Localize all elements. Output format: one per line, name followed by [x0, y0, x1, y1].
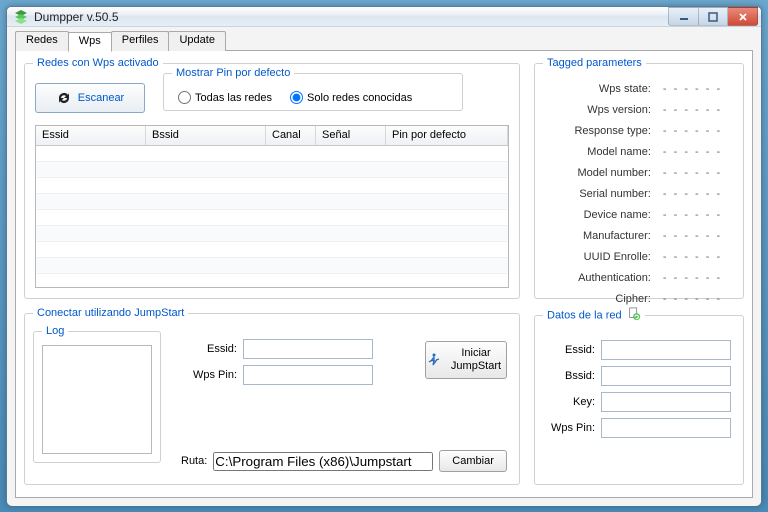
ruta-label: Ruta: [181, 455, 207, 467]
minimize-button[interactable] [668, 7, 698, 26]
ruta-input[interactable] [213, 452, 433, 471]
wpspin-label: Wps Pin: [181, 369, 237, 381]
wpspin-input[interactable] [243, 365, 373, 385]
table-row[interactable] [36, 226, 508, 242]
col-senal[interactable]: Señal [316, 126, 386, 145]
col-pin[interactable]: Pin por defecto [386, 126, 508, 145]
client-area: Redes Wps Perfiles Update Redes con Wps … [7, 27, 761, 506]
app-icon [13, 9, 29, 25]
table-row[interactable] [36, 194, 508, 210]
tagged-table: Wps state:- - - - - - Wps version:- - - … [543, 77, 735, 310]
scan-button[interactable]: Escanear [35, 83, 145, 113]
run-icon [426, 352, 442, 368]
tab-perfiles[interactable]: Perfiles [111, 31, 170, 51]
log-textarea[interactable] [42, 345, 152, 454]
col-canal[interactable]: Canal [266, 126, 316, 145]
datos-key-label: Key: [543, 396, 595, 408]
table-row[interactable] [36, 178, 508, 194]
tab-redes[interactable]: Redes [15, 31, 69, 51]
cambiar-button[interactable]: Cambiar [439, 450, 507, 472]
document-refresh-icon [627, 307, 641, 324]
start-jumpstart-button[interactable]: Iniciar JumpStart [425, 341, 507, 379]
table-row[interactable] [36, 258, 508, 274]
group-log-title: Log [42, 325, 68, 337]
table-body [36, 146, 508, 287]
datos-bssid-input[interactable] [601, 366, 731, 386]
datos-wpspin-label: Wps Pin: [543, 422, 595, 434]
group-log: Log [33, 325, 161, 463]
tab-body: Redes con Wps activado Escanear Mostrar … [15, 50, 753, 498]
group-mostrar-pin: Mostrar Pin por defecto Todas las redes … [163, 67, 463, 111]
table-row[interactable] [36, 274, 508, 287]
titlebar: Dumpper v.50.5 [7, 7, 761, 27]
app-window: Dumpper v.50.5 Redes Wps Perfiles Update… [6, 6, 762, 506]
scan-label: Escanear [78, 92, 124, 104]
radio-all[interactable] [178, 91, 191, 104]
radio-known[interactable] [290, 91, 303, 104]
table-row[interactable] [36, 146, 508, 162]
group-redes-wps: Redes con Wps activado Escanear Mostrar … [24, 57, 520, 299]
group-datos-title: Datos de la red [543, 307, 645, 324]
group-jumpstart-title: Conectar utilizando JumpStart [33, 307, 188, 319]
group-tagged-title: Tagged parameters [543, 57, 646, 69]
group-jumpstart: Conectar utilizando JumpStart Log Essid:… [24, 307, 520, 485]
close-button[interactable] [728, 7, 758, 26]
radio-known-label[interactable]: Solo redes conocidas [290, 91, 412, 104]
tab-strip: Redes Wps Perfiles Update [15, 31, 753, 51]
col-bssid[interactable]: Bssid [146, 126, 266, 145]
table-row[interactable] [36, 210, 508, 226]
datos-essid-input[interactable] [601, 340, 731, 360]
datos-wpspin-input[interactable] [601, 418, 731, 438]
datos-bssid-label: Bssid: [543, 370, 595, 382]
refresh-icon [56, 90, 72, 106]
group-datos-red: Datos de la red Essid: Bssid: Key: Wps P… [534, 307, 744, 485]
group-mostrar-title: Mostrar Pin por defecto [172, 67, 294, 79]
essid-input[interactable] [243, 339, 373, 359]
networks-table[interactable]: Essid Bssid Canal Señal Pin por defecto [35, 125, 509, 288]
table-row[interactable] [36, 162, 508, 178]
table-header: Essid Bssid Canal Señal Pin por defecto [36, 126, 508, 146]
datos-essid-label: Essid: [543, 344, 595, 356]
essid-label: Essid: [181, 343, 237, 355]
table-row[interactable] [36, 242, 508, 258]
col-essid[interactable]: Essid [36, 126, 146, 145]
datos-key-input[interactable] [601, 392, 731, 412]
group-tagged-params: Tagged parameters Wps state:- - - - - - … [534, 57, 744, 299]
tab-wps[interactable]: Wps [68, 32, 112, 52]
radio-all-label[interactable]: Todas las redes [178, 91, 272, 104]
group-redes-title: Redes con Wps activado [33, 57, 163, 69]
window-title: Dumpper v.50.5 [34, 10, 668, 24]
start-jumpstart-label: Iniciar JumpStart [446, 347, 506, 373]
tab-update[interactable]: Update [168, 31, 225, 51]
maximize-button[interactable] [698, 7, 728, 26]
